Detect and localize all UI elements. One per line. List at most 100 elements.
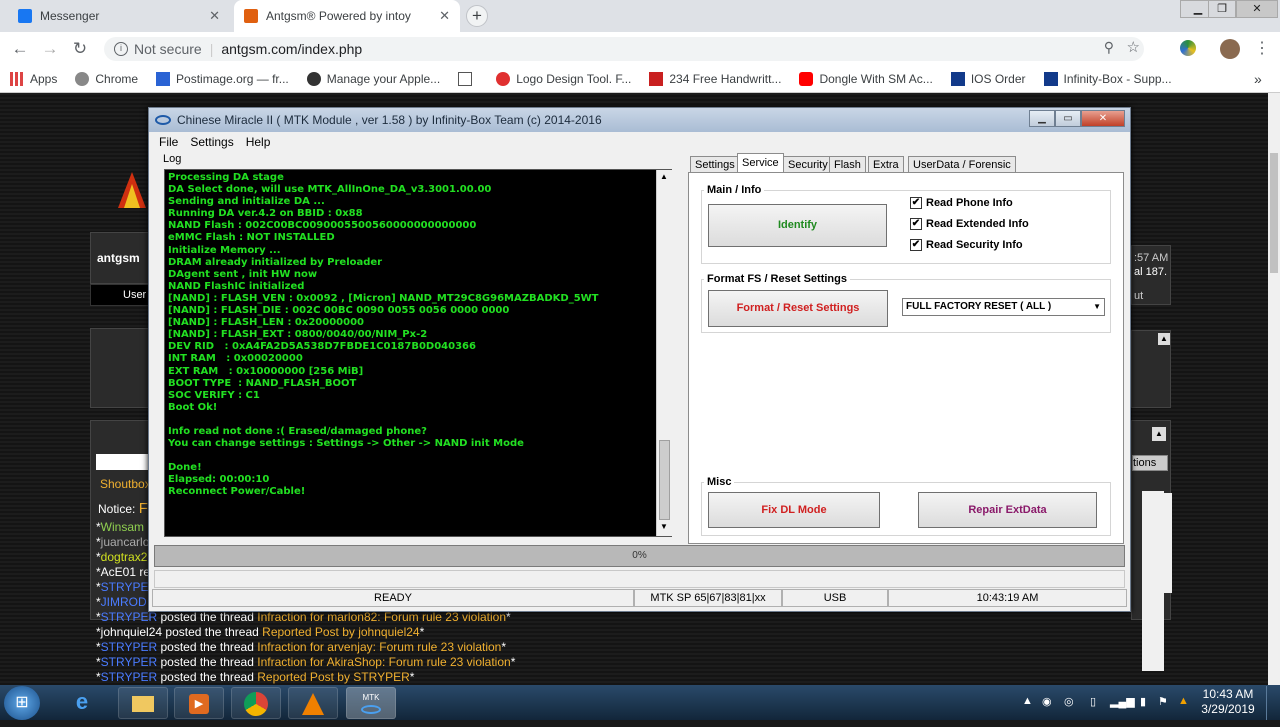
checkbox-label: Read Extended Info bbox=[926, 218, 1029, 230]
shout-scrollbar[interactable] bbox=[1158, 493, 1172, 593]
tab-messenger[interactable]: Messenger ✕ bbox=[8, 0, 230, 32]
scroll-down-icon[interactable]: ▼ bbox=[660, 522, 668, 531]
media-player-icon[interactable]: ▶ bbox=[174, 687, 224, 719]
menu-help[interactable]: Help bbox=[246, 135, 271, 153]
tray-expand-icon[interactable]: ▲ bbox=[1022, 695, 1033, 707]
zoom-icon[interactable]: ⚲ bbox=[1104, 39, 1114, 56]
new-tab-button[interactable]: + bbox=[466, 5, 488, 27]
bookmark-dongle[interactable]: Dongle With SM Ac... bbox=[799, 72, 933, 86]
tray-network-icon[interactable]: ◎ bbox=[1064, 695, 1074, 708]
fix-dl-mode-button[interactable]: Fix DL Mode bbox=[708, 492, 880, 528]
scrollbar-thumb[interactable] bbox=[1270, 153, 1278, 273]
bookmark-label: Manage your Apple... bbox=[326, 72, 441, 86]
tray-app-icon[interactable]: ◉ bbox=[1042, 695, 1052, 708]
tab-userdata-forensic[interactable]: UserData / Forensic bbox=[908, 156, 1016, 173]
reset-mode-select[interactable]: FULL FACTORY RESET ( ALL ) ▼ bbox=[902, 298, 1105, 316]
status-state: READY bbox=[152, 589, 634, 607]
notice-label: Notice: bbox=[98, 502, 136, 516]
close-window-button[interactable]: ✕ bbox=[1236, 0, 1278, 18]
info-icon[interactable]: i bbox=[114, 42, 128, 56]
log-line: [NAND] : FLASH_DIE : 002C 00BC 0090 0055… bbox=[168, 305, 510, 317]
window-titlebar[interactable]: Chinese Miracle II ( MTK Module , ver 1.… bbox=[149, 108, 1130, 132]
read-extended-info-checkbox[interactable]: ✔ Read Extended Info bbox=[910, 218, 1029, 230]
scrollbar-thumb[interactable] bbox=[659, 440, 670, 520]
read-phone-info-checkbox[interactable]: ✔ Read Phone Info bbox=[910, 197, 1013, 209]
close-button[interactable]: ✕ bbox=[1081, 110, 1125, 127]
show-desktop-button[interactable] bbox=[1266, 686, 1278, 720]
font-icon bbox=[649, 72, 664, 86]
bookmark-page[interactable] bbox=[458, 72, 478, 86]
site-username[interactable]: antgsm bbox=[97, 251, 140, 265]
bookmark-label: Apps bbox=[30, 72, 58, 86]
tab-settings[interactable]: Settings bbox=[690, 156, 740, 173]
vlc-taskbar-icon[interactable] bbox=[288, 687, 338, 719]
close-icon[interactable]: ✕ bbox=[209, 8, 220, 24]
menu-icon[interactable]: ⋮ bbox=[1254, 38, 1270, 58]
extension-icon[interactable] bbox=[1180, 40, 1196, 56]
tray-flag-icon[interactable]: ⚑ bbox=[1158, 695, 1168, 708]
site-user-link[interactable]: User bbox=[123, 289, 146, 301]
tab-extra[interactable]: Extra bbox=[868, 156, 904, 173]
shout-input[interactable] bbox=[96, 454, 150, 470]
bookmark-infinity[interactable]: Infinity-Box - Supp... bbox=[1043, 72, 1172, 86]
bookmark-apple[interactable]: Manage your Apple... bbox=[306, 72, 441, 86]
minimize-button[interactable]: ▁ bbox=[1029, 110, 1055, 127]
repair-extdata-button[interactable]: Repair ExtData bbox=[918, 492, 1097, 528]
address-bar[interactable]: i Not secure | antgsm.com/index.php ⚲ ☆ bbox=[104, 37, 1144, 61]
tab-title: Antgsm® Powered by intoy bbox=[266, 9, 411, 23]
bookmark-postimage[interactable]: Postimage.org — fr... bbox=[156, 72, 289, 86]
site-tab[interactable]: ut bbox=[1134, 290, 1143, 302]
bookmark-chrome[interactable]: Chrome bbox=[75, 72, 138, 86]
status-time: 10:43:19 AM bbox=[888, 589, 1127, 607]
page-scrollbar[interactable] bbox=[1268, 93, 1280, 685]
back-icon[interactable]: ← bbox=[10, 40, 30, 58]
read-security-info-checkbox[interactable]: ✔ Read Security Info bbox=[910, 239, 1023, 251]
tab-flash[interactable]: Flash bbox=[829, 156, 866, 173]
log-scrollbar[interactable]: ▲ ▼ bbox=[656, 170, 672, 536]
menu-settings[interactable]: Settings bbox=[190, 135, 233, 153]
format-reset-button[interactable]: Format / Reset Settings bbox=[708, 290, 888, 327]
tray-usb-icon[interactable]: ▯ bbox=[1090, 695, 1096, 708]
cm2-taskbar-icon[interactable]: MTK bbox=[346, 687, 396, 719]
tab-service[interactable]: Service bbox=[737, 153, 784, 173]
logo-design-icon bbox=[496, 72, 511, 86]
menu-file[interactable]: File bbox=[159, 135, 178, 153]
tray-warning-icon[interactable]: ▲ bbox=[1178, 695, 1189, 707]
bookmark-star-icon[interactable]: ☆ bbox=[1127, 38, 1140, 56]
explorer-icon[interactable] bbox=[118, 687, 168, 719]
scroll-up-icon[interactable]: ▲ bbox=[660, 172, 668, 181]
avatar[interactable] bbox=[1220, 39, 1240, 59]
clock[interactable]: 10:43 AM 3/29/2019 bbox=[1196, 687, 1260, 717]
status-bar: READY MTK SP 65|67|83|81|xx USB 10:43:19… bbox=[152, 589, 1127, 607]
log-line: BOOT TYPE : NAND_FLASH_BOOT bbox=[168, 377, 357, 389]
site-count: al 187. bbox=[1134, 266, 1168, 278]
maximize-button[interactable]: ❐ bbox=[1208, 0, 1236, 18]
check-icon: ✔ bbox=[910, 197, 922, 209]
tab-security[interactable]: Security bbox=[783, 156, 833, 173]
maximize-button[interactable]: ▭ bbox=[1055, 110, 1081, 127]
log-line: DEV RID : 0xA4FA2D5A538D7FBDE1C0187B0D04… bbox=[168, 341, 476, 353]
collapse-icon[interactable]: ▲ bbox=[1152, 427, 1166, 441]
apps-icon bbox=[10, 72, 24, 86]
tab-antgsm[interactable]: Antgsm® Powered by intoy ✕ bbox=[234, 0, 460, 32]
close-icon[interactable]: ✕ bbox=[439, 8, 450, 24]
tray-device-icon[interactable]: ▮ bbox=[1140, 695, 1146, 708]
bookmark-ios-order[interactable]: IOS Order bbox=[950, 72, 1026, 86]
tray-signal-icon[interactable]: ▂▄▆ bbox=[1110, 695, 1135, 708]
forward-icon[interactable]: → bbox=[40, 40, 60, 58]
identify-button[interactable]: Identify bbox=[708, 204, 887, 247]
bookmarks-more-icon[interactable]: » bbox=[1254, 71, 1262, 87]
chrome-taskbar-icon[interactable] bbox=[231, 687, 281, 719]
select-value: FULL FACTORY RESET ( ALL ) bbox=[906, 301, 1052, 312]
options-button[interactable]: tions bbox=[1132, 455, 1168, 471]
log-line: EXT RAM : 0x10000000 [256 MiB] bbox=[168, 365, 364, 377]
bookmark-apps[interactable]: Apps bbox=[10, 72, 57, 86]
start-button[interactable]: ⊞ bbox=[4, 686, 40, 720]
bookmark-handwriting[interactable]: 234 Free Handwritt... bbox=[649, 72, 781, 86]
log-line: SOC VERIFY : C1 bbox=[168, 389, 260, 401]
collapse-icon[interactable]: ▲ bbox=[1158, 333, 1170, 345]
reload-icon[interactable]: ↻ bbox=[70, 40, 90, 58]
ie-icon[interactable]: e bbox=[58, 687, 106, 719]
bookmark-logo-design[interactable]: Logo Design Tool. F... bbox=[496, 72, 631, 86]
